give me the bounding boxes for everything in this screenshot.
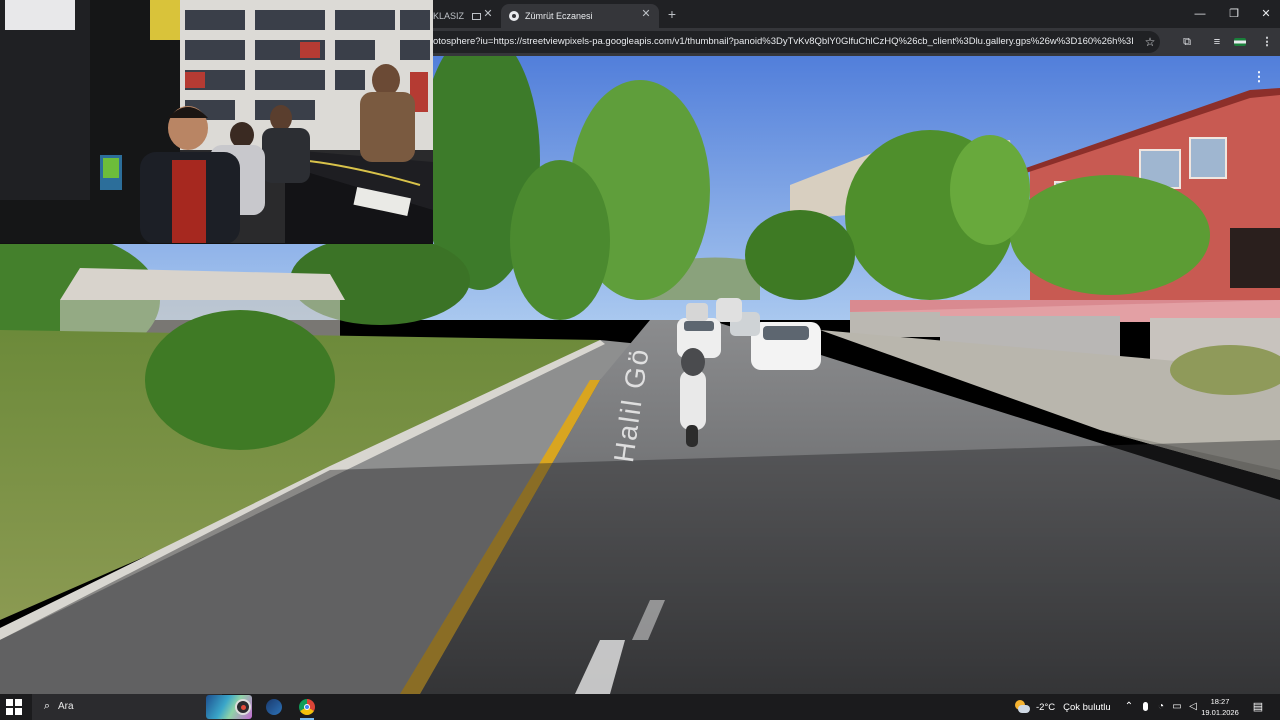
- windows-start-icon[interactable]: [6, 699, 24, 715]
- close-window-button[interactable]: ✕: [1251, 4, 1280, 24]
- more-vert-icon[interactable]: ⋮: [1250, 68, 1268, 86]
- steam-icon[interactable]: [259, 694, 289, 720]
- close-tab-icon[interactable]: ✕: [480, 6, 496, 22]
- chevron-up-icon[interactable]: ⌃: [1122, 699, 1136, 715]
- tab-label: Zümrüt Eczanesi: [525, 11, 593, 21]
- profile-icon[interactable]: [1231, 33, 1249, 51]
- taskbar: ⌕ Ara -2°C Çok bulutlu ⌃ ◔ ▭ ◁ 18:27 19.…: [0, 694, 1280, 720]
- clock-time: 18:27: [1210, 697, 1230, 706]
- new-tab-button[interactable]: +: [663, 5, 681, 23]
- close-tab-icon[interactable]: ✕: [638, 6, 654, 22]
- restore-button[interactable]: ❐: [1219, 4, 1249, 24]
- tab-strip: KLASIZ ✕ Zümrüt Eczanesi ✕ + — ❐ ✕: [433, 0, 1280, 28]
- google-favicon-icon: [509, 11, 519, 21]
- browser-toolbar: otosphere?iu=https://streetviewpixels-pa…: [433, 28, 1280, 56]
- star-icon[interactable]: ☆: [1142, 33, 1158, 51]
- search-placeholder: Ara: [58, 701, 74, 712]
- notification-icon[interactable]: ▤: [1250, 699, 1266, 715]
- search-icon: ⌕: [43, 700, 51, 712]
- minimize-button[interactable]: —: [1185, 4, 1215, 24]
- webcam-overlay: [0, 0, 433, 244]
- taskbar-search-box[interactable]: ⌕ Ara: [32, 694, 252, 720]
- address-bar[interactable]: otosphere?iu=https://streetviewpixels-pa…: [433, 31, 1160, 53]
- tab-label: KLASIZ: [433, 11, 465, 21]
- weather-temperature: -2°C: [1036, 701, 1056, 713]
- address-url[interactable]: otosphere?iu=https://streetviewpixels-pa…: [433, 31, 1133, 53]
- clock-date: 19.01.2026: [1201, 708, 1239, 717]
- screen: Halil Gö ⋮ KLASIZ ✕ Zümrüt Eczanesi ✕ + …: [0, 0, 1280, 720]
- network-icon[interactable]: ▭: [1170, 699, 1184, 715]
- microphone-icon[interactable]: [1138, 699, 1152, 715]
- partly-cloudy-icon: [1014, 700, 1030, 714]
- taskbar-clock[interactable]: 18:27 19.01.2026: [1198, 696, 1242, 718]
- tab-zumrut-eczanesi[interactable]: Zümrüt Eczanesi: [501, 4, 659, 28]
- meet-icon[interactable]: ◔: [1154, 699, 1168, 715]
- media-controls-icon[interactable]: ≡: [1208, 33, 1226, 51]
- weather-condition: Çok bulutlu: [1063, 701, 1111, 713]
- extensions-icon[interactable]: ⧉: [1178, 33, 1196, 51]
- menu-icon[interactable]: ⋮: [1258, 33, 1276, 51]
- obs-icon[interactable]: [228, 694, 258, 720]
- chrome-icon[interactable]: [292, 694, 322, 720]
- weather-widget[interactable]: -2°C Çok bulutlu: [1014, 694, 1114, 720]
